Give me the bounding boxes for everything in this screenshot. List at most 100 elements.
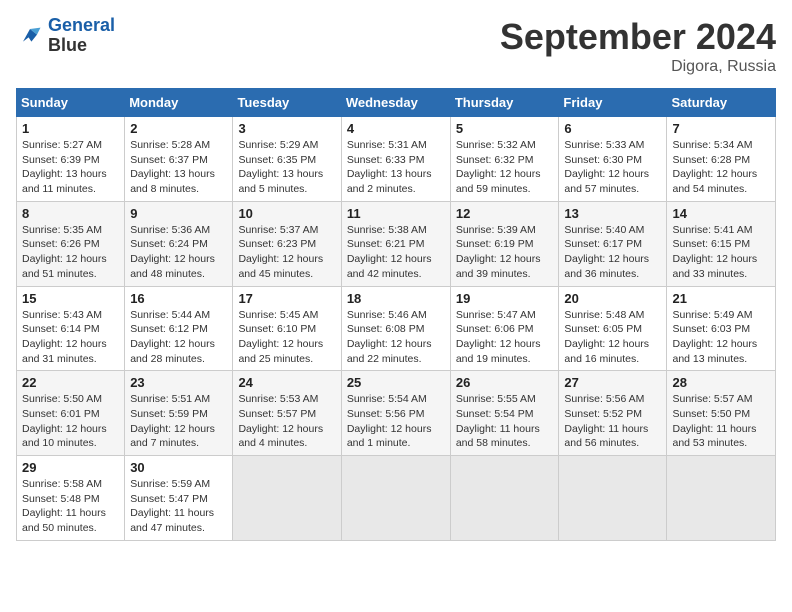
logo: GeneralBlue (16, 16, 115, 56)
calendar-cell: 11 Sunrise: 5:38 AM Sunset: 6:21 PM Dayl… (341, 201, 450, 286)
calendar-cell: 19 Sunrise: 5:47 AM Sunset: 6:06 PM Dayl… (450, 286, 559, 371)
day-info: Sunrise: 5:55 AM Sunset: 5:54 PM Dayligh… (456, 392, 554, 451)
day-info: Sunrise: 5:34 AM Sunset: 6:28 PM Dayligh… (672, 138, 770, 197)
calendar-cell: 10 Sunrise: 5:37 AM Sunset: 6:23 PM Dayl… (233, 201, 341, 286)
calendar-cell: 30 Sunrise: 5:59 AM Sunset: 5:47 PM Dayl… (125, 456, 233, 541)
calendar-cell: 13 Sunrise: 5:40 AM Sunset: 6:17 PM Dayl… (559, 201, 667, 286)
day-number: 11 (347, 206, 445, 221)
calendar-cell: 4 Sunrise: 5:31 AM Sunset: 6:33 PM Dayli… (341, 117, 450, 202)
weekday-header: Friday (559, 89, 667, 117)
day-info: Sunrise: 5:43 AM Sunset: 6:14 PM Dayligh… (22, 308, 119, 367)
day-info: Sunrise: 5:38 AM Sunset: 6:21 PM Dayligh… (347, 223, 445, 282)
day-number: 30 (130, 460, 227, 475)
weekday-header: Saturday (667, 89, 776, 117)
day-number: 24 (238, 375, 335, 390)
location: Digora, Russia (500, 58, 776, 76)
logo-icon (16, 22, 44, 50)
day-number: 25 (347, 375, 445, 390)
day-info: Sunrise: 5:47 AM Sunset: 6:06 PM Dayligh… (456, 308, 554, 367)
calendar-table: SundayMondayTuesdayWednesdayThursdayFrid… (16, 88, 776, 541)
day-info: Sunrise: 5:48 AM Sunset: 6:05 PM Dayligh… (564, 308, 661, 367)
calendar-cell: 21 Sunrise: 5:49 AM Sunset: 6:03 PM Dayl… (667, 286, 776, 371)
calendar-cell: 14 Sunrise: 5:41 AM Sunset: 6:15 PM Dayl… (667, 201, 776, 286)
calendar-row: 1 Sunrise: 5:27 AM Sunset: 6:39 PM Dayli… (17, 117, 776, 202)
calendar-cell (233, 456, 341, 541)
calendar-cell: 25 Sunrise: 5:54 AM Sunset: 5:56 PM Dayl… (341, 371, 450, 456)
day-number: 10 (238, 206, 335, 221)
day-number: 5 (456, 121, 554, 136)
day-number: 17 (238, 291, 335, 306)
weekday-header: Tuesday (233, 89, 341, 117)
day-number: 1 (22, 121, 119, 136)
day-info: Sunrise: 5:31 AM Sunset: 6:33 PM Dayligh… (347, 138, 445, 197)
weekday-header: Wednesday (341, 89, 450, 117)
calendar-cell: 3 Sunrise: 5:29 AM Sunset: 6:35 PM Dayli… (233, 117, 341, 202)
day-number: 18 (347, 291, 445, 306)
calendar-cell: 5 Sunrise: 5:32 AM Sunset: 6:32 PM Dayli… (450, 117, 559, 202)
weekday-header: Monday (125, 89, 233, 117)
calendar-cell: 29 Sunrise: 5:58 AM Sunset: 5:48 PM Dayl… (17, 456, 125, 541)
day-number: 28 (672, 375, 770, 390)
day-number: 23 (130, 375, 227, 390)
title-block: September 2024 Digora, Russia (500, 16, 776, 76)
calendar-row: 8 Sunrise: 5:35 AM Sunset: 6:26 PM Dayli… (17, 201, 776, 286)
day-number: 8 (22, 206, 119, 221)
day-number: 29 (22, 460, 119, 475)
calendar-cell: 18 Sunrise: 5:46 AM Sunset: 6:08 PM Dayl… (341, 286, 450, 371)
weekday-header: Thursday (450, 89, 559, 117)
logo-text: GeneralBlue (48, 16, 115, 56)
day-number: 15 (22, 291, 119, 306)
calendar-cell: 20 Sunrise: 5:48 AM Sunset: 6:05 PM Dayl… (559, 286, 667, 371)
calendar-cell: 17 Sunrise: 5:45 AM Sunset: 6:10 PM Dayl… (233, 286, 341, 371)
day-info: Sunrise: 5:51 AM Sunset: 5:59 PM Dayligh… (130, 392, 227, 451)
day-number: 16 (130, 291, 227, 306)
day-number: 19 (456, 291, 554, 306)
day-info: Sunrise: 5:28 AM Sunset: 6:37 PM Dayligh… (130, 138, 227, 197)
calendar-cell: 15 Sunrise: 5:43 AM Sunset: 6:14 PM Dayl… (17, 286, 125, 371)
calendar-cell: 7 Sunrise: 5:34 AM Sunset: 6:28 PM Dayli… (667, 117, 776, 202)
day-info: Sunrise: 5:37 AM Sunset: 6:23 PM Dayligh… (238, 223, 335, 282)
day-info: Sunrise: 5:53 AM Sunset: 5:57 PM Dayligh… (238, 392, 335, 451)
calendar-cell: 8 Sunrise: 5:35 AM Sunset: 6:26 PM Dayli… (17, 201, 125, 286)
day-number: 13 (564, 206, 661, 221)
day-info: Sunrise: 5:46 AM Sunset: 6:08 PM Dayligh… (347, 308, 445, 367)
calendar-cell: 22 Sunrise: 5:50 AM Sunset: 6:01 PM Dayl… (17, 371, 125, 456)
day-info: Sunrise: 5:35 AM Sunset: 6:26 PM Dayligh… (22, 223, 119, 282)
day-info: Sunrise: 5:29 AM Sunset: 6:35 PM Dayligh… (238, 138, 335, 197)
calendar-cell: 28 Sunrise: 5:57 AM Sunset: 5:50 PM Dayl… (667, 371, 776, 456)
day-info: Sunrise: 5:59 AM Sunset: 5:47 PM Dayligh… (130, 477, 227, 536)
calendar-cell (559, 456, 667, 541)
calendar-row: 15 Sunrise: 5:43 AM Sunset: 6:14 PM Dayl… (17, 286, 776, 371)
day-number: 9 (130, 206, 227, 221)
day-info: Sunrise: 5:57 AM Sunset: 5:50 PM Dayligh… (672, 392, 770, 451)
day-number: 7 (672, 121, 770, 136)
calendar-cell (667, 456, 776, 541)
day-info: Sunrise: 5:50 AM Sunset: 6:01 PM Dayligh… (22, 392, 119, 451)
calendar-cell: 16 Sunrise: 5:44 AM Sunset: 6:12 PM Dayl… (125, 286, 233, 371)
day-info: Sunrise: 5:49 AM Sunset: 6:03 PM Dayligh… (672, 308, 770, 367)
day-number: 26 (456, 375, 554, 390)
day-info: Sunrise: 5:44 AM Sunset: 6:12 PM Dayligh… (130, 308, 227, 367)
calendar-cell (341, 456, 450, 541)
calendar-cell: 9 Sunrise: 5:36 AM Sunset: 6:24 PM Dayli… (125, 201, 233, 286)
day-info: Sunrise: 5:58 AM Sunset: 5:48 PM Dayligh… (22, 477, 119, 536)
day-info: Sunrise: 5:36 AM Sunset: 6:24 PM Dayligh… (130, 223, 227, 282)
weekday-header-row: SundayMondayTuesdayWednesdayThursdayFrid… (17, 89, 776, 117)
day-number: 6 (564, 121, 661, 136)
calendar-cell: 12 Sunrise: 5:39 AM Sunset: 6:19 PM Dayl… (450, 201, 559, 286)
page-header: GeneralBlue September 2024 Digora, Russi… (16, 16, 776, 76)
day-number: 22 (22, 375, 119, 390)
day-info: Sunrise: 5:56 AM Sunset: 5:52 PM Dayligh… (564, 392, 661, 451)
calendar-cell: 27 Sunrise: 5:56 AM Sunset: 5:52 PM Dayl… (559, 371, 667, 456)
day-info: Sunrise: 5:54 AM Sunset: 5:56 PM Dayligh… (347, 392, 445, 451)
day-number: 2 (130, 121, 227, 136)
day-number: 3 (238, 121, 335, 136)
day-info: Sunrise: 5:27 AM Sunset: 6:39 PM Dayligh… (22, 138, 119, 197)
day-number: 20 (564, 291, 661, 306)
month-title: September 2024 (500, 16, 776, 58)
calendar-row: 29 Sunrise: 5:58 AM Sunset: 5:48 PM Dayl… (17, 456, 776, 541)
calendar-cell: 24 Sunrise: 5:53 AM Sunset: 5:57 PM Dayl… (233, 371, 341, 456)
day-info: Sunrise: 5:39 AM Sunset: 6:19 PM Dayligh… (456, 223, 554, 282)
day-number: 12 (456, 206, 554, 221)
day-info: Sunrise: 5:41 AM Sunset: 6:15 PM Dayligh… (672, 223, 770, 282)
